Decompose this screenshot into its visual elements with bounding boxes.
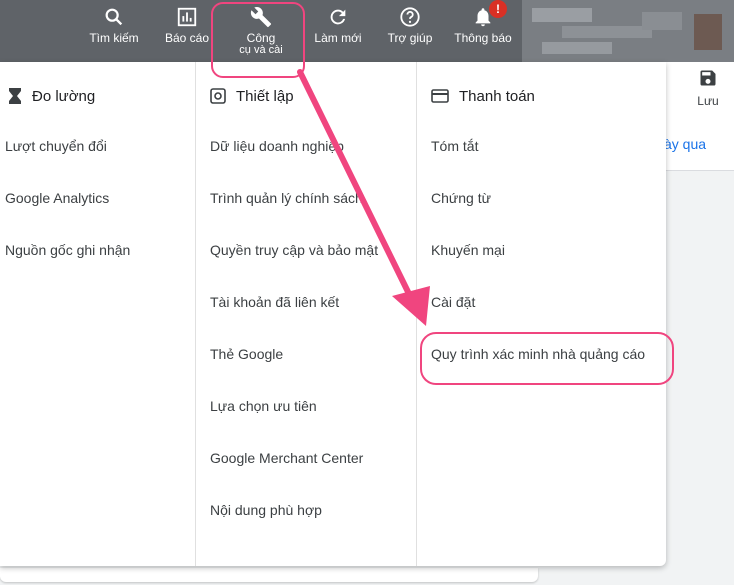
menu-item-promotions[interactable]: Khuyến mại	[431, 230, 645, 282]
billing-title: Thanh toán	[459, 87, 535, 105]
menu-item-google-tag[interactable]: Thẻ Google	[210, 334, 378, 386]
menu-item-preferences[interactable]: Lựa chọn ưu tiên	[210, 386, 378, 438]
notification-badge: !	[489, 0, 507, 18]
bottom-card-edge	[0, 568, 538, 582]
menu-item-documents[interactable]: Chứng từ	[431, 178, 645, 230]
menu-item-business-data[interactable]: Dữ liệu doanh nghiệp	[210, 126, 378, 178]
help-button[interactable]: Trợ giúp	[378, 4, 442, 60]
setup-header: Thiết lập	[210, 86, 294, 106]
menu-item-billing-settings[interactable]: Cài đặt	[431, 282, 645, 334]
save-icon	[700, 70, 716, 86]
measurement-title: Đo lường	[32, 87, 96, 105]
menu-item-policy-manager[interactable]: Trình quản lý chính sách	[210, 178, 378, 230]
refresh-label: Làm mới	[314, 31, 362, 45]
menu-item-content-suitability[interactable]: Nội dung phù hợp	[210, 490, 378, 542]
top-toolbar: Tìm kiếm Báo cáo Công cụ và cài Làm mới …	[0, 0, 734, 62]
notifications-button[interactable]: ! Thông báo	[451, 0, 515, 60]
settings-icon	[210, 88, 226, 104]
save-button[interactable]: Lưu	[686, 68, 730, 108]
menu-item-merchant-center[interactable]: Google Merchant Center	[210, 438, 378, 490]
reports-label: Báo cáo	[164, 31, 210, 45]
measurement-column: Đo lường Lượt chuyển đổi Google Analytic…	[0, 62, 194, 566]
menu-item-access-security[interactable]: Quyền truy cập và bảo mật	[210, 230, 378, 282]
menu-item-google-analytics[interactable]: Google Analytics	[5, 178, 130, 230]
search-label: Tìm kiếm	[89, 31, 139, 45]
reports-button[interactable]: Báo cáo	[155, 4, 219, 60]
avatar[interactable]	[694, 14, 722, 50]
setup-title: Thiết lập	[236, 87, 294, 105]
hourglass-icon	[9, 88, 21, 104]
menu-item-conversions[interactable]: Lượt chuyển đổi	[5, 126, 130, 178]
credit-card-icon	[431, 89, 449, 103]
setup-column: Thiết lập Dữ liệu doanh nghiệp Trình quả…	[195, 62, 416, 566]
notifications-label: Thông báo	[454, 31, 512, 45]
menu-item-summary[interactable]: Tóm tắt	[431, 126, 645, 178]
search-button[interactable]: Tìm kiếm	[82, 4, 146, 60]
reports-icon	[177, 7, 197, 27]
refresh-button[interactable]: Làm mới	[306, 4, 370, 60]
billing-column: Thanh toán Tóm tắt Chứng từ Khuyến mại C…	[416, 62, 667, 566]
highlight-advertiser-verification	[420, 332, 674, 385]
help-icon	[400, 7, 420, 27]
measurement-header: Đo lường	[8, 86, 95, 106]
date-range-link[interactable]: ày qua	[664, 136, 706, 152]
search-icon	[105, 8, 123, 26]
refresh-icon	[330, 9, 346, 25]
tools-menu-panel: Đo lường Lượt chuyển đổi Google Analytic…	[0, 62, 666, 566]
help-label: Trợ giúp	[387, 31, 433, 45]
highlight-tools-button	[211, 2, 305, 78]
save-label: Lưu	[697, 94, 719, 108]
menu-item-attribution[interactable]: Nguồn gốc ghi nhận	[5, 230, 130, 282]
billing-header: Thanh toán	[431, 86, 535, 106]
menu-item-linked-accounts[interactable]: Tài khoản đã liên kết	[210, 282, 378, 334]
